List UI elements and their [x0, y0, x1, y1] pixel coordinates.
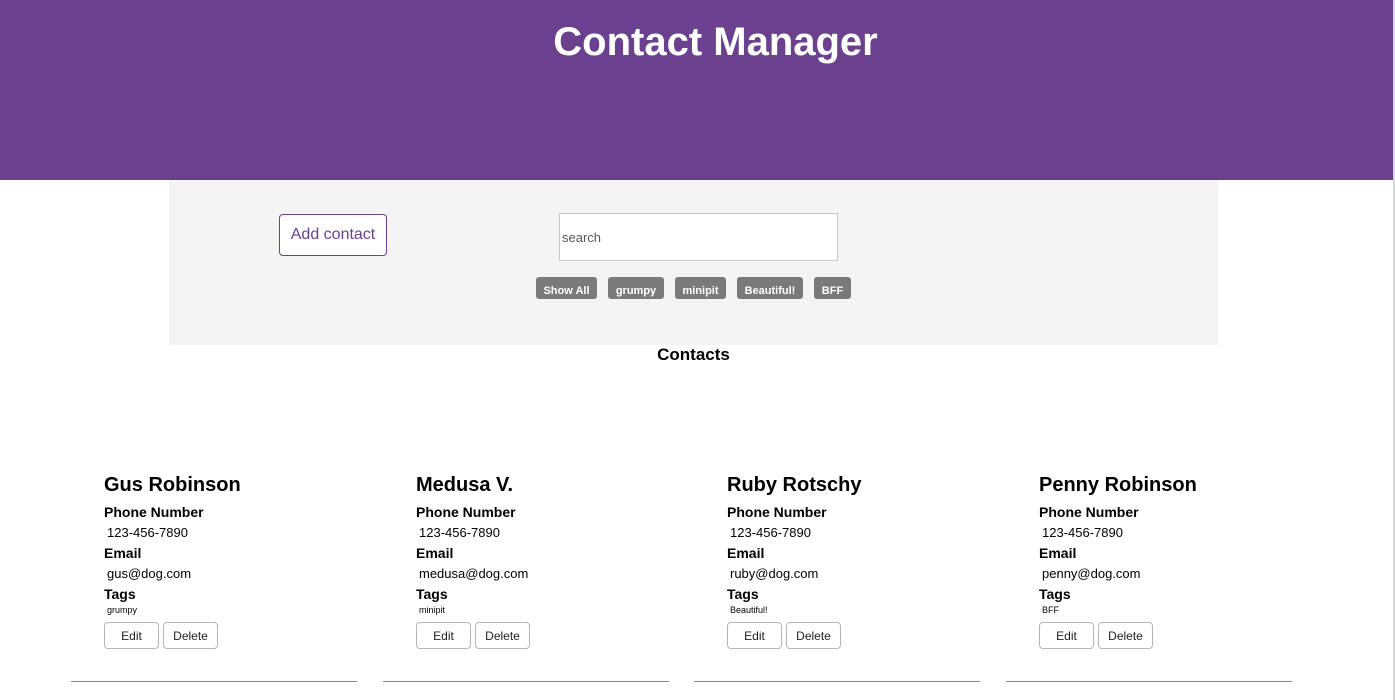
add-contact-button[interactable]: Add contact	[279, 214, 387, 256]
contact-name: Gus Robinson	[104, 474, 241, 496]
contact-card: Medusa V. Phone Number 123-456-7890 Emai…	[383, 474, 706, 689]
card-divider	[71, 681, 357, 682]
card-divider	[694, 681, 980, 682]
contact-name: Ruby Rotschy	[727, 474, 862, 496]
edit-button[interactable]: Edit	[727, 622, 782, 649]
tag-value: grumpy	[107, 605, 138, 615]
email-value: gus@dog.com	[107, 566, 192, 581]
contact-card: Ruby Rotschy Phone Number 123-456-7890 E…	[694, 474, 1017, 689]
contact-name: Penny Robinson	[1039, 474, 1197, 496]
tags-label: Tags	[727, 586, 759, 602]
delete-button[interactable]: Delete	[163, 622, 218, 649]
phone-value: 123-456-7890	[107, 525, 188, 540]
tags-label: Tags	[1039, 586, 1071, 602]
phone-label: Phone Number	[104, 504, 204, 520]
filter-grumpy-button[interactable]: grumpy	[608, 277, 664, 299]
phone-value: 123-456-7890	[419, 525, 500, 540]
edit-button[interactable]: Edit	[416, 622, 471, 649]
card-divider	[383, 681, 669, 682]
contact-card: Gus Robinson Phone Number 123-456-7890 E…	[71, 474, 394, 689]
phone-value: 123-456-7890	[730, 525, 811, 540]
email-label: Email	[104, 545, 142, 561]
card-divider	[1006, 681, 1292, 682]
tags-label: Tags	[416, 586, 448, 602]
filter-minipit-button[interactable]: minipit	[675, 277, 726, 299]
edit-button[interactable]: Edit	[104, 622, 159, 649]
edit-button[interactable]: Edit	[1039, 622, 1094, 649]
email-value: penny@dog.com	[1042, 566, 1141, 581]
email-value: medusa@dog.com	[419, 566, 529, 581]
search-input[interactable]	[559, 213, 838, 261]
contact-card: Penny Robinson Phone Number 123-456-7890…	[1006, 474, 1329, 689]
phone-label: Phone Number	[727, 504, 827, 520]
contact-name: Medusa V.	[416, 474, 514, 496]
toolbar-panel: Add contact Show All grumpy minipit Beau…	[169, 180, 1218, 345]
filter-show-all-button[interactable]: Show All	[536, 277, 597, 299]
filter-beautiful-button[interactable]: Beautiful!	[737, 277, 803, 299]
tag-value: minipit	[419, 605, 446, 615]
tag-value: Beautiful!	[730, 605, 768, 615]
delete-button[interactable]: Delete	[475, 622, 530, 649]
email-label: Email	[1039, 545, 1077, 561]
contacts-heading: Contacts	[657, 345, 730, 364]
tags-label: Tags	[104, 586, 136, 602]
filter-bff-button[interactable]: BFF	[814, 277, 851, 299]
phone-label: Phone Number	[416, 504, 516, 520]
delete-button[interactable]: Delete	[1098, 622, 1153, 649]
app-header: Contact Manager	[0, 0, 1393, 180]
app-title: Contact Manager	[553, 20, 878, 64]
delete-button[interactable]: Delete	[786, 622, 841, 649]
email-label: Email	[416, 545, 454, 561]
email-value: ruby@dog.com	[730, 566, 819, 581]
phone-value: 123-456-7890	[1042, 525, 1123, 540]
phone-label: Phone Number	[1039, 504, 1139, 520]
tag-value: BFF	[1042, 605, 1059, 615]
email-label: Email	[727, 545, 765, 561]
